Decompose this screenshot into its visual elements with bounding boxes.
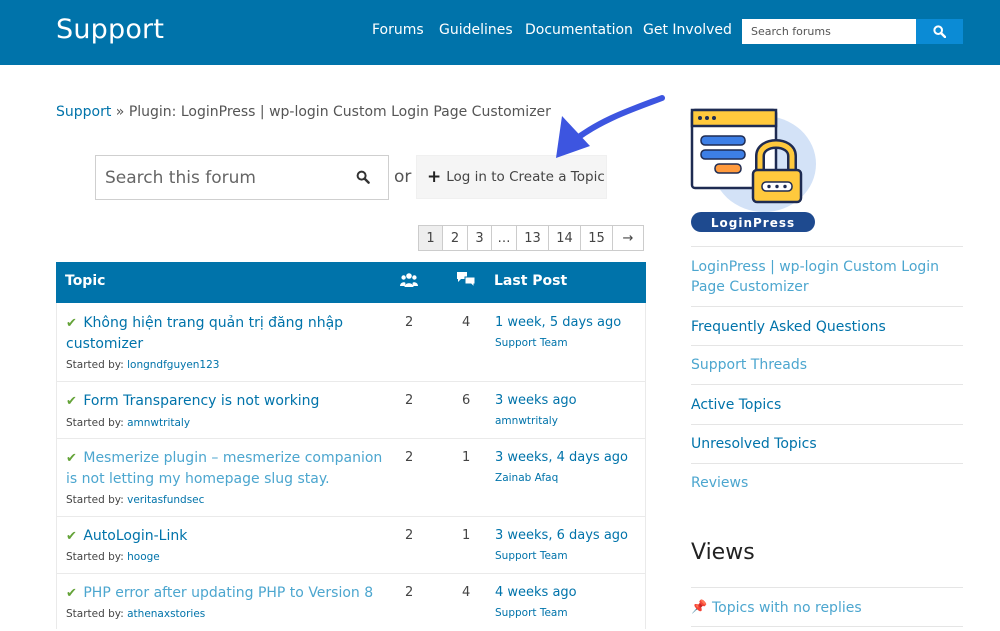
page-14[interactable]: 14 (549, 226, 581, 250)
table-row: ✔ Form Transparency is not working Start… (56, 382, 646, 439)
started-by: Started by: athenaxstories (66, 608, 206, 620)
page-ellipsis: … (492, 226, 517, 250)
started-by: Started by: longndfguyen123 (66, 359, 220, 371)
breadcrumb-support-link[interactable]: Support (56, 104, 111, 120)
topics-table: Topic Last Post ✔ Không hiện trang quản … (56, 262, 646, 629)
sidebar-divider (691, 345, 963, 346)
started-by: Started by: hooge (66, 551, 160, 563)
header-search-input[interactable] (742, 19, 917, 44)
posts-count: 6 (462, 393, 471, 408)
last-post-author-link[interactable]: Support Team (495, 550, 568, 562)
last-post-time-link[interactable]: 3 weeks, 4 days ago (495, 450, 628, 465)
forum-search-placeholder: Search this forum (105, 168, 256, 188)
table-row: ✔ Mesmerize plugin – mesmerize companion… (56, 439, 646, 517)
page-2[interactable]: 2 (443, 226, 468, 250)
posts-count: 1 (462, 450, 471, 465)
table-row: ✔ AutoLogin-Link Started by: hooge 2 1 3… (56, 517, 646, 574)
posts-count: 4 (462, 585, 471, 600)
search-icon (933, 25, 946, 38)
topic-title-link[interactable]: ✔ Không hiện trang quản trị đăng nhập cu… (66, 313, 386, 355)
breadcrumb: Support » Plugin: LoginPress | wp-login … (56, 104, 551, 120)
voices-count: 2 (405, 585, 414, 600)
plus-icon: + (427, 166, 442, 187)
resolved-check-icon: ✔ (66, 529, 77, 544)
voices-count: 2 (405, 528, 414, 543)
nav-forums[interactable]: Forums (372, 22, 424, 38)
loginpress-logo[interactable]: LoginPress (690, 106, 818, 233)
header-last-post: Last Post (494, 273, 568, 289)
posts-icon (457, 272, 476, 289)
header-topic: Topic (65, 273, 106, 289)
sidebar-link-unresolved-topics[interactable]: Unresolved Topics (691, 434, 963, 454)
pagination: 1 2 3 … 13 14 15 → (418, 225, 644, 251)
sidebar-divider (691, 587, 963, 588)
last-post-author-link[interactable]: Support Team (495, 607, 568, 619)
author-link[interactable]: athenaxstories (127, 608, 205, 620)
views-heading: Views (691, 540, 755, 565)
posts-count: 1 (462, 528, 471, 543)
started-by: Started by: veritasfundsec (66, 494, 205, 506)
nav-guidelines[interactable]: Guidelines (439, 22, 513, 38)
last-post-time-link[interactable]: 3 weeks, 6 days ago (495, 528, 628, 543)
sidebar-divider (691, 306, 963, 307)
author-link[interactable]: veritasfundsec (127, 494, 204, 506)
sidebar-divider (691, 384, 963, 385)
posts-count: 4 (462, 315, 471, 330)
page-13[interactable]: 13 (517, 226, 549, 250)
create-topic-label: Log in to Create a Topic (446, 169, 605, 185)
resolved-check-icon: ✔ (66, 394, 77, 409)
voices-icon (400, 273, 418, 287)
topic-title-link[interactable]: ✔ AutoLogin-Link (66, 526, 386, 547)
page-3[interactable]: 3 (468, 226, 492, 250)
forum-search-input[interactable]: Search this forum (95, 155, 389, 200)
last-post-time-link[interactable]: 1 week, 5 days ago (495, 315, 621, 330)
last-post-author-link[interactable]: Zainab Afaq (495, 472, 558, 484)
topic-title-link[interactable]: ✔ PHP error after updating PHP to Versio… (66, 583, 386, 604)
nav-get-involved[interactable]: Get Involved (643, 22, 732, 38)
pin-icon: 📌 (691, 600, 708, 615)
sidebar-link-support-threads[interactable]: Support Threads (691, 355, 963, 375)
sidebar-link-active-topics[interactable]: Active Topics (691, 395, 963, 415)
resolved-check-icon: ✔ (66, 586, 77, 601)
table-row: ✔ PHP error after updating PHP to Versio… (56, 574, 646, 629)
table-header: Topic Last Post (56, 262, 646, 303)
voices-count: 2 (405, 393, 414, 408)
site-header: Support Forums Guidelines Documentation … (0, 0, 1000, 65)
author-link[interactable]: hooge (127, 551, 160, 563)
sidebar-divider (691, 463, 963, 464)
sidebar-link-reviews[interactable]: Reviews (691, 473, 963, 493)
last-post-author-link[interactable]: Support Team (495, 337, 568, 349)
sidebar-link-plugin[interactable]: LoginPress | wp-login Custom Login Page … (691, 257, 963, 297)
breadcrumb-current: Plugin: LoginPress | wp-login Custom Log… (128, 104, 551, 120)
resolved-check-icon: ✔ (66, 316, 77, 331)
sidebar-divider (691, 626, 963, 627)
header-search-button[interactable] (916, 19, 963, 44)
site-brand[interactable]: Support (56, 14, 164, 45)
page-next-arrow[interactable]: → (613, 226, 643, 250)
breadcrumb-separator: » (115, 104, 125, 120)
resolved-check-icon: ✔ (66, 451, 77, 466)
topic-title-link[interactable]: ✔ Form Transparency is not working (66, 391, 386, 412)
sidebar-link-faq[interactable]: Frequently Asked Questions (691, 317, 963, 337)
search-icon[interactable] (356, 170, 370, 184)
table-row: ✔ Không hiện trang quản trị đăng nhập cu… (56, 303, 646, 382)
sidebar-divider (691, 424, 963, 425)
or-text: or (394, 167, 412, 187)
annotation-arrow-icon (556, 95, 665, 158)
started-by: Started by: amnwtritaly (66, 417, 191, 429)
page-15[interactable]: 15 (581, 226, 613, 250)
voices-count: 2 (405, 315, 414, 330)
topic-title-link[interactable]: ✔ Mesmerize plugin – mesmerize companion… (66, 448, 386, 490)
views-link-no-replies[interactable]: Topics with no replies (712, 598, 952, 618)
last-post-author-link[interactable]: amnwtritaly (495, 415, 558, 427)
author-link[interactable]: longndfguyen123 (127, 359, 219, 371)
last-post-time-link[interactable]: 3 weeks ago (495, 393, 577, 408)
voices-count: 2 (405, 450, 414, 465)
logo-wordmark: LoginPress (711, 216, 795, 230)
last-post-time-link[interactable]: 4 weeks ago (495, 585, 577, 600)
page-1[interactable]: 1 (419, 226, 443, 250)
author-link[interactable]: amnwtritaly (127, 417, 190, 429)
nav-documentation[interactable]: Documentation (525, 22, 633, 38)
sidebar-divider (691, 246, 963, 247)
